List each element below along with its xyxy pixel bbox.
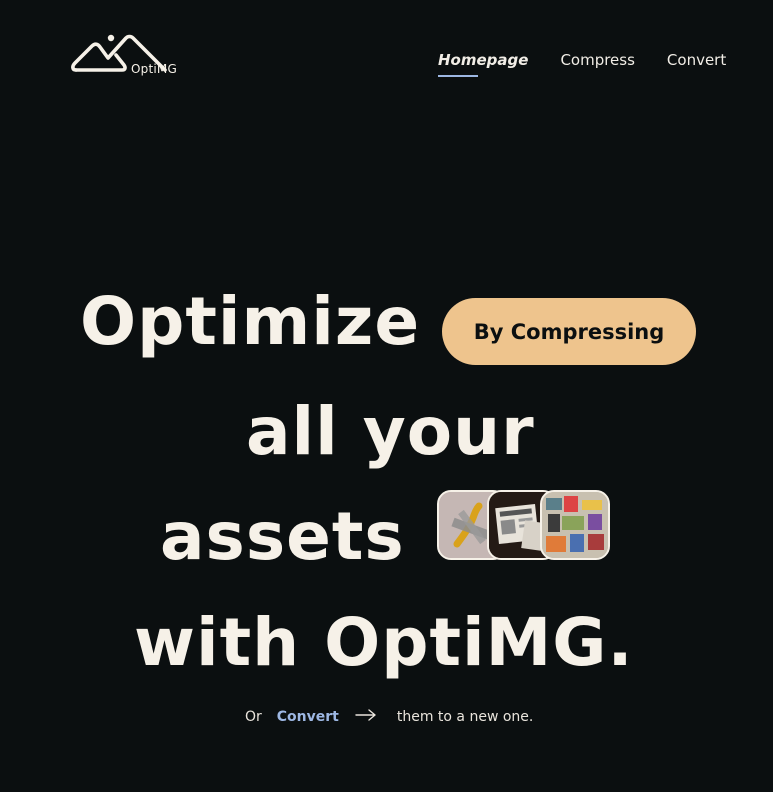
arrow-right-icon <box>355 709 377 725</box>
hero-line-4: with OptiMG. <box>134 604 634 681</box>
convert-subline: Or Convert them to a new one. <box>245 709 533 725</box>
hero-line-3: assets <box>160 498 405 575</box>
subline-suffix: them to a new one. <box>396 709 534 725</box>
asset-thumbnails <box>437 490 612 562</box>
convert-link[interactable]: Convert <box>277 709 339 725</box>
by-compressing-button[interactable]: By Compressing <box>442 298 696 365</box>
nav-homepage[interactable]: Homepage <box>438 51 529 77</box>
page: OptiMG Homepage Compress Convert Optimiz… <box>0 0 773 792</box>
hero-line-1: Optimize <box>80 283 421 360</box>
nav-convert[interactable]: Convert <box>667 51 726 69</box>
logo[interactable]: OptiMG <box>70 30 190 82</box>
nav-compress[interactable]: Compress <box>560 51 634 69</box>
nav-homepage-label: Homepage <box>438 51 529 69</box>
active-nav-indicator <box>438 75 478 77</box>
subline-prefix: Or <box>245 709 262 725</box>
collage-image <box>540 490 610 560</box>
logo-text: OptiMG <box>131 62 177 76</box>
nav-convert-label: Convert <box>666 51 727 69</box>
hero-line-2: all your <box>246 393 535 470</box>
nav-compress-label: Compress <box>560 51 635 69</box>
main-nav: Homepage Compress Convert <box>438 51 726 77</box>
